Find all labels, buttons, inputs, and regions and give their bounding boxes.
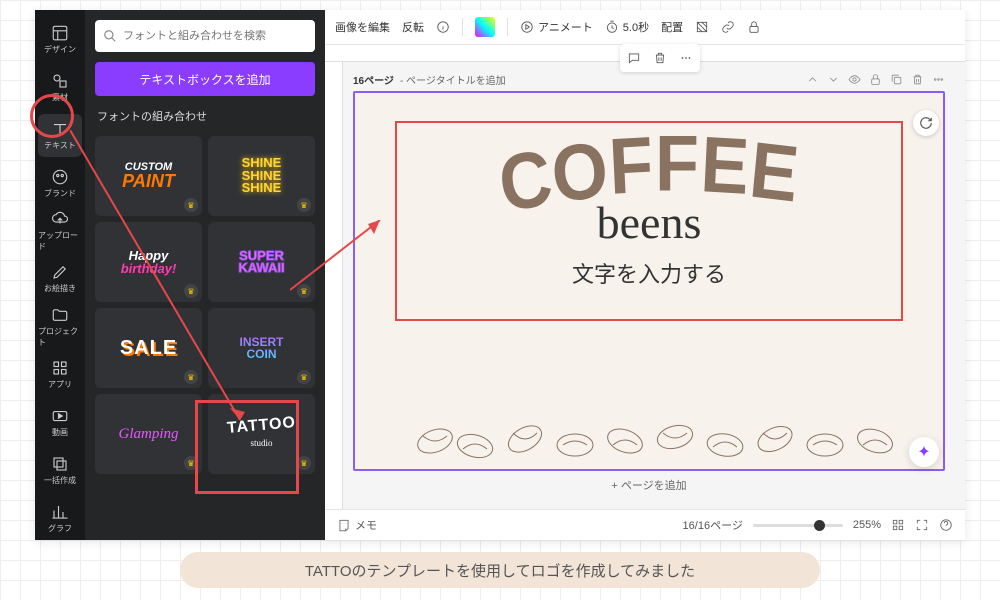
lock-icon[interactable] xyxy=(747,20,761,34)
tutorial-caption: TATTOのテンプレートを使用してロゴを作成してみました xyxy=(180,552,820,588)
edit-image-button[interactable]: 画像を編集 xyxy=(335,19,390,35)
chevron-down-icon[interactable] xyxy=(827,73,840,86)
more-icon[interactable] xyxy=(932,73,945,86)
combo-custom-paint[interactable]: CUSTOMPAINT♛ xyxy=(95,136,202,216)
hide-icon[interactable] xyxy=(848,73,861,86)
coffee-beans-illustration xyxy=(375,401,935,461)
page-title-input[interactable]: - ページタイトルを追加 xyxy=(400,72,506,87)
rail-elements[interactable]: 素材 xyxy=(38,66,82,110)
premium-icon: ♛ xyxy=(297,370,311,384)
help-icon[interactable] xyxy=(939,518,953,532)
rail-design[interactable]: デザイン xyxy=(38,18,82,62)
delete-icon[interactable] xyxy=(911,73,924,86)
element-more-icon[interactable] xyxy=(675,47,697,69)
rail-brand[interactable]: ブランド xyxy=(38,161,82,205)
link-icon[interactable] xyxy=(721,20,735,34)
comment-icon[interactable] xyxy=(623,47,645,69)
premium-icon: ♛ xyxy=(184,456,198,470)
combo-birthday[interactable]: Happybirthday!♛ xyxy=(95,222,202,302)
duplicate-icon[interactable] xyxy=(890,73,903,86)
fullscreen-icon[interactable] xyxy=(915,518,929,532)
zoom-value: 255% xyxy=(853,519,881,531)
delete-element-icon[interactable] xyxy=(649,47,671,69)
search-icon xyxy=(103,29,117,43)
combo-tattoo[interactable]: TATTOOstudio♛ xyxy=(208,394,315,474)
premium-icon: ♛ xyxy=(297,284,311,298)
add-page-button[interactable]: + ページを追加 xyxy=(353,471,945,499)
font-search-input[interactable] xyxy=(123,30,307,42)
add-textbox-button[interactable]: テキストボックスを追加 xyxy=(95,62,315,96)
design-canvas[interactable]: COFFEE beens 文字を入力する xyxy=(353,91,945,471)
rail-video[interactable]: 動画 xyxy=(38,401,82,445)
combo-kawaii[interactable]: SUPER KAWAII♛ xyxy=(208,222,315,302)
page-header: 16ページ - ページタイトルを追加 xyxy=(353,72,945,87)
flip-button[interactable]: 反転 xyxy=(402,19,424,35)
position-button[interactable]: 配置 xyxy=(661,19,683,35)
color-picker[interactable] xyxy=(475,17,495,37)
premium-icon: ♛ xyxy=(297,456,311,470)
side-rail: デザイン 素材 テキスト ブランド アップロード お絵描き プロジェクト アプリ… xyxy=(35,10,85,540)
rail-bulk[interactable]: 一括作成 xyxy=(38,448,82,492)
chevron-up-icon[interactable] xyxy=(806,73,819,86)
text-panel: テキストボックスを追加 フォントの組み合わせ CUSTOMPAINT♛ SHIN… xyxy=(85,10,325,540)
combo-shine[interactable]: SHINE SHINE SHINE♛ xyxy=(208,136,315,216)
rail-chart[interactable]: グラフ xyxy=(38,496,82,540)
combo-sale[interactable]: SALE♛ xyxy=(95,308,202,388)
info-icon[interactable] xyxy=(436,20,450,34)
refresh-button[interactable] xyxy=(913,110,939,136)
animate-button[interactable]: アニメート xyxy=(520,19,593,35)
rail-text[interactable]: テキスト xyxy=(38,114,82,158)
rail-draw[interactable]: お絵描き xyxy=(38,257,82,301)
zoom-slider[interactable] xyxy=(753,524,843,527)
grid-view-icon[interactable] xyxy=(891,518,905,532)
font-search[interactable] xyxy=(95,20,315,52)
rail-upload[interactable]: アップロード xyxy=(38,209,82,253)
main-area: 画像を編集 反転 アニメート 5.0秒 配置 16ページ - ページタイトルを追… xyxy=(325,10,965,540)
premium-icon: ♛ xyxy=(184,198,198,212)
coffee-heading[interactable]: COFFEE xyxy=(497,119,801,210)
page-counter: 16/16ページ xyxy=(683,517,743,533)
transparency-icon[interactable] xyxy=(695,20,709,34)
ruler-vertical xyxy=(325,62,343,509)
font-combo-heading: フォントの組み合わせ xyxy=(95,106,315,126)
premium-icon: ♛ xyxy=(184,284,198,298)
font-combo-grid: CUSTOMPAINT♛ SHINE SHINE SHINE♛ Happybir… xyxy=(95,136,315,474)
combo-insert-coin[interactable]: INSERT COIN♛ xyxy=(208,308,315,388)
ai-assist-button[interactable]: ✦ xyxy=(909,437,939,467)
page-number: 16ページ xyxy=(353,72,394,87)
premium-icon: ♛ xyxy=(184,370,198,384)
rail-projects[interactable]: プロジェクト xyxy=(38,305,82,349)
context-toolbar: 画像を編集 反転 アニメート 5.0秒 配置 xyxy=(325,10,965,45)
notes-button[interactable]: メモ xyxy=(337,517,377,533)
lock-page-icon[interactable] xyxy=(869,73,882,86)
premium-icon: ♛ xyxy=(297,198,311,212)
rail-apps[interactable]: アプリ xyxy=(38,353,82,397)
floating-element-toolbar xyxy=(620,44,700,72)
editor-footer: メモ 16/16ページ 255% xyxy=(325,509,965,540)
combo-glamping[interactable]: Glamping♛ xyxy=(95,394,202,474)
timing-button[interactable]: 5.0秒 xyxy=(605,19,649,35)
